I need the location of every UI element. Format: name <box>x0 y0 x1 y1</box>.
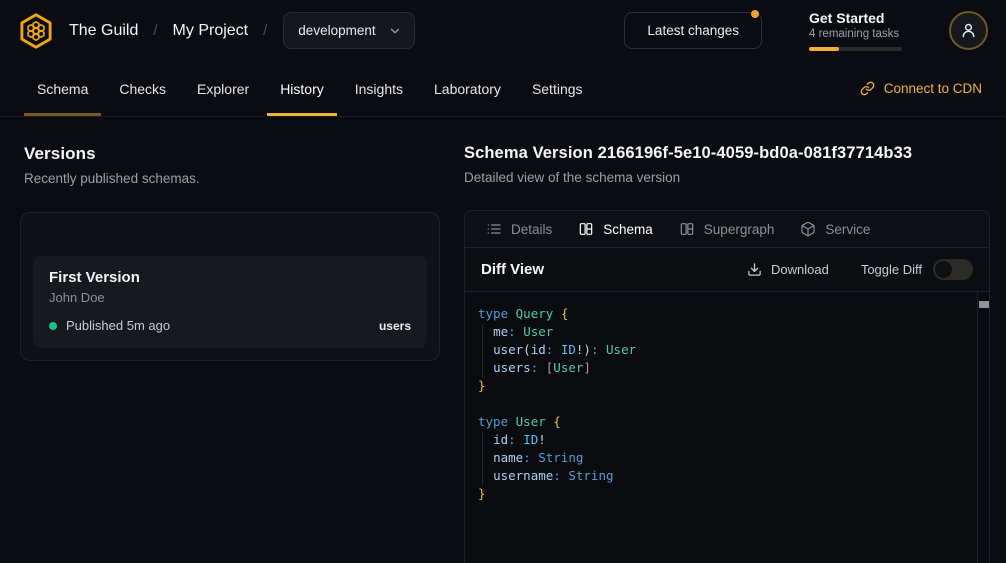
download-label: Download <box>771 262 829 277</box>
nav-tab-insights[interactable]: Insights <box>342 61 416 116</box>
columns-icon <box>679 221 695 237</box>
toggle-diff-label: Toggle Diff <box>861 262 922 277</box>
diff-view-title: Diff View <box>481 261 544 278</box>
nav-tab-label: Laboratory <box>434 81 501 97</box>
schema-view-tab-label: Supergraph <box>704 222 775 237</box>
version-status-text: Published 5m ago <box>66 318 170 333</box>
schema-view-tab-service[interactable]: Service <box>787 211 883 247</box>
schema-view-tab-details[interactable]: Details <box>473 211 565 247</box>
get-started-title: Get Started <box>809 10 902 26</box>
breadcrumb-org[interactable]: The Guild <box>69 22 138 40</box>
versions-panel: Versions Recently published schemas. Fir… <box>20 117 440 563</box>
version-author: John Doe <box>49 290 411 305</box>
version-list-item[interactable]: First Version John Doe Published 5m ago … <box>33 256 427 348</box>
chevron-down-icon <box>388 24 402 38</box>
latest-changes-label: Latest changes <box>647 23 739 38</box>
download-button[interactable]: Download <box>747 262 829 277</box>
schema-view-card: Details Schema Supergraph Service Diff V… <box>464 210 990 563</box>
connect-to-cdn-label: Connect to CDN <box>884 81 982 96</box>
diff-actions: Download Toggle Diff <box>747 259 973 280</box>
schema-view-tab-label: Service <box>825 222 870 237</box>
top-header: The Guild / My Project / development Lat… <box>0 0 1006 61</box>
breadcrumb-project[interactable]: My Project <box>173 22 249 40</box>
indent-guide <box>482 324 483 377</box>
service-name-badge: users <box>379 319 411 333</box>
download-icon <box>747 262 762 277</box>
published-status-dot <box>49 322 57 330</box>
nav-tab-label: Insights <box>355 81 403 97</box>
main-content: Versions Recently published schemas. Fir… <box>0 117 1006 563</box>
versions-subtitle: Recently published schemas. <box>24 171 440 186</box>
nav-tab-checks[interactable]: Checks <box>106 61 179 116</box>
nav-tab-label: Settings <box>532 81 583 97</box>
nav-tab-schema[interactable]: Schema <box>24 61 101 116</box>
schema-view-tab-label: Schema <box>603 222 653 237</box>
breadcrumb: The Guild / My Project / <box>69 22 267 40</box>
environment-select-value: development <box>298 23 375 38</box>
nav-tab-label: History <box>280 81 324 97</box>
versions-list-card: First Version John Doe Published 5m ago … <box>20 212 440 361</box>
hive-hexagon-icon <box>16 11 56 51</box>
version-detail-title: Schema Version 2166196f-5e10-4059-bd0a-0… <box>464 144 990 163</box>
nav-tab-label: Checks <box>119 81 166 97</box>
page: The Guild / My Project / development Lat… <box>0 0 1006 563</box>
person-icon <box>959 21 978 40</box>
schema-view-tab-label: Details <box>511 222 552 237</box>
switch-knob <box>935 261 952 278</box>
nav-tab-laboratory[interactable]: Laboratory <box>421 61 514 116</box>
toggle-diff-switch[interactable] <box>933 259 973 280</box>
indent-guide <box>482 432 483 485</box>
get-started-subtitle: 4 remaining tasks <box>809 28 902 40</box>
get-started-widget[interactable]: Get Started 4 remaining tasks <box>809 10 902 51</box>
nav-tabs: Schema Checks Explorer History Insights Labor… <box>24 61 601 116</box>
user-avatar[interactable] <box>949 11 988 50</box>
get-started-progressbar <box>809 47 902 51</box>
link-chain-icon <box>860 81 875 96</box>
cube-icon <box>800 221 816 237</box>
schema-view-tabs: Details Schema Supergraph Service <box>465 211 989 248</box>
breadcrumb-separator: / <box>153 22 157 39</box>
schema-view-tab-schema[interactable]: Schema <box>565 211 666 247</box>
version-detail-subtitle: Detailed view of the schema version <box>464 170 990 185</box>
nav-tab-history[interactable]: History <box>267 61 337 116</box>
environment-select[interactable]: development <box>283 12 414 49</box>
nav-tab-label: Schema <box>37 81 88 97</box>
schema-view-tab-supergraph[interactable]: Supergraph <box>666 211 788 247</box>
nav-tab-settings[interactable]: Settings <box>519 61 596 116</box>
version-detail-panel: Schema Version 2166196f-5e10-4059-bd0a-0… <box>464 117 990 563</box>
diff-view-toolbar: Diff View Download Toggle Diff <box>465 248 989 292</box>
code-lines: type Query { me: User user(id: ID!): Use… <box>478 305 965 503</box>
progress-fill <box>809 47 839 51</box>
code-scrollbar-track <box>977 292 989 563</box>
breadcrumb-separator: / <box>263 22 267 39</box>
latest-changes-button[interactable]: Latest changes <box>624 12 762 49</box>
notification-dot <box>751 10 759 18</box>
version-status-row: Published 5m ago users <box>49 318 411 333</box>
primary-nav: Schema Checks Explorer History Insights Labor… <box>0 61 1006 117</box>
list-icon <box>486 221 502 237</box>
versions-title: Versions <box>24 144 440 164</box>
hive-logo[interactable] <box>16 11 56 51</box>
nav-tab-explorer[interactable]: Explorer <box>184 61 262 116</box>
connect-to-cdn-link[interactable]: Connect to CDN <box>860 61 982 116</box>
columns-icon <box>578 221 594 237</box>
nav-tab-label: Explorer <box>197 81 249 97</box>
version-name: First Version <box>49 269 411 286</box>
schema-code-viewer: type Query { me: User user(id: ID!): Use… <box>465 292 989 563</box>
code-scrollbar-thumb[interactable] <box>979 301 989 308</box>
